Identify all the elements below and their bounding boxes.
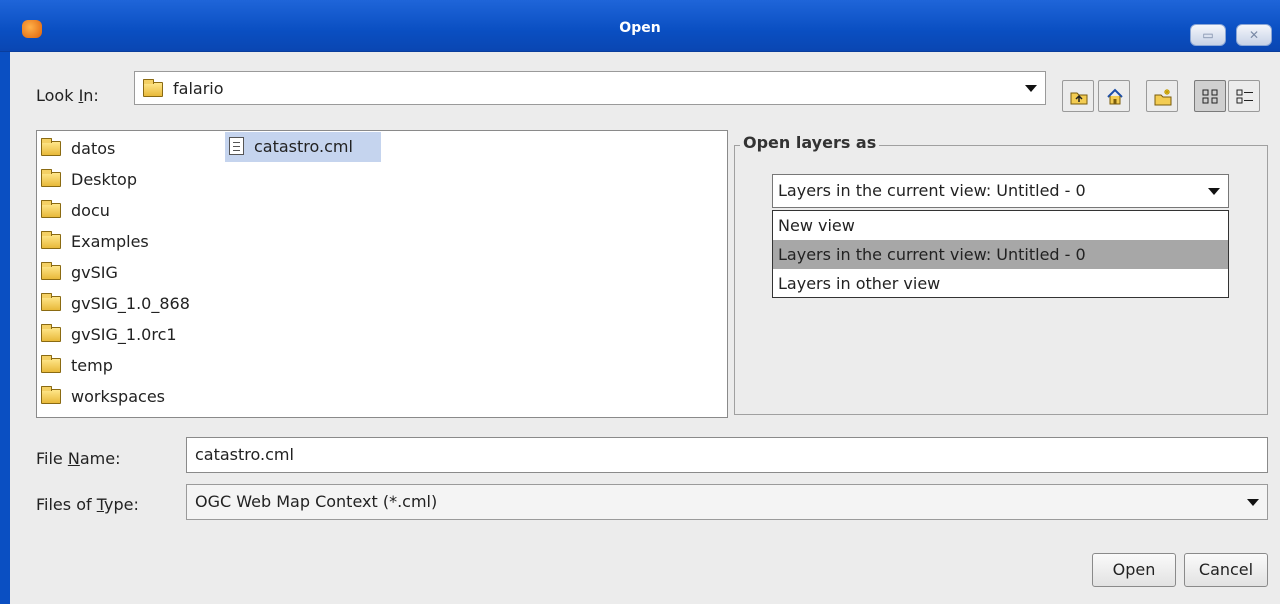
folder-icon <box>41 293 61 311</box>
files-of-type-combo[interactable]: OGC Web Map Context (*.cml) <box>186 484 1268 520</box>
up-folder-button[interactable] <box>1062 80 1094 112</box>
list-item-gvsig[interactable]: gvSIG <box>41 258 118 288</box>
open-button[interactable]: Open <box>1092 553 1176 587</box>
home-icon <box>1107 88 1123 105</box>
file-name-field[interactable]: catastro.cml <box>186 437 1268 473</box>
list-item-datos[interactable]: datos <box>41 134 115 164</box>
folder-icon <box>41 355 61 373</box>
option-other-view[interactable]: Layers in other view <box>773 269 1228 298</box>
close-button[interactable]: ✕ <box>1236 24 1272 46</box>
maximize-button[interactable]: ▭ <box>1190 24 1226 46</box>
files-of-type-value: OGC Web Map Context (*.cml) <box>195 492 438 511</box>
document-icon <box>229 137 244 155</box>
list-item-temp[interactable]: temp <box>41 351 113 381</box>
chevron-down-icon[interactable] <box>1208 188 1220 195</box>
look-in-label: Look In: <box>36 86 99 105</box>
chevron-down-icon[interactable] <box>1025 85 1037 92</box>
file-name-label: File Name: <box>36 449 121 468</box>
folder-icon <box>143 79 163 97</box>
home-button[interactable] <box>1098 80 1130 112</box>
folder-icon <box>41 200 61 218</box>
files-of-type-label: Files of Type: <box>36 495 139 514</box>
look-in-combo[interactable]: falario <box>134 71 1046 105</box>
list-item-docu[interactable]: docu <box>41 196 110 226</box>
list-item-desktop[interactable]: Desktop <box>41 165 137 195</box>
details-view-icon <box>1236 89 1253 104</box>
new-folder-icon <box>1154 89 1172 106</box>
folder-icon <box>41 324 61 342</box>
folder-icon <box>41 169 61 187</box>
option-new-view[interactable]: New view <box>773 211 1228 240</box>
look-in-value: falario <box>173 79 224 98</box>
folder-icon <box>41 138 61 156</box>
open-layers-title: Open layers as <box>740 133 880 152</box>
new-folder-button[interactable] <box>1146 80 1178 112</box>
folder-icon <box>41 386 61 404</box>
list-item-gvsig-1-0rc1[interactable]: gvSIG_1.0rc1 <box>41 320 177 350</box>
list-view-button[interactable] <box>1194 80 1226 112</box>
cancel-button[interactable]: Cancel <box>1184 553 1268 587</box>
list-item-gvsig-1-0-868[interactable]: gvSIG_1.0_868 <box>41 289 190 319</box>
file-list[interactable]: datos Desktop docu Examples gvSIG gvSIG_… <box>36 130 728 418</box>
open-layers-selected: Layers in the current view: Untitled - 0 <box>778 181 1086 200</box>
up-folder-icon <box>1070 92 1088 105</box>
list-item-examples[interactable]: Examples <box>41 227 149 257</box>
chevron-down-icon[interactable] <box>1247 499 1259 506</box>
details-view-button[interactable] <box>1228 80 1260 112</box>
open-layers-combo[interactable]: Layers in the current view: Untitled - 0 <box>772 174 1229 208</box>
list-view-icon <box>1202 89 1218 104</box>
window-title: Open <box>619 20 661 36</box>
list-item-workspaces[interactable]: workspaces <box>41 382 165 412</box>
option-current-view[interactable]: Layers in the current view: Untitled - 0 <box>773 240 1228 269</box>
open-layers-dropdown[interactable]: New view Layers in the current view: Unt… <box>772 210 1229 298</box>
folder-icon <box>41 231 61 249</box>
folder-icon <box>41 262 61 280</box>
title-bar[interactable]: Open ▭ ✕ <box>0 0 1280 52</box>
list-item-catastro-cml[interactable]: catastro.cml <box>225 132 381 162</box>
